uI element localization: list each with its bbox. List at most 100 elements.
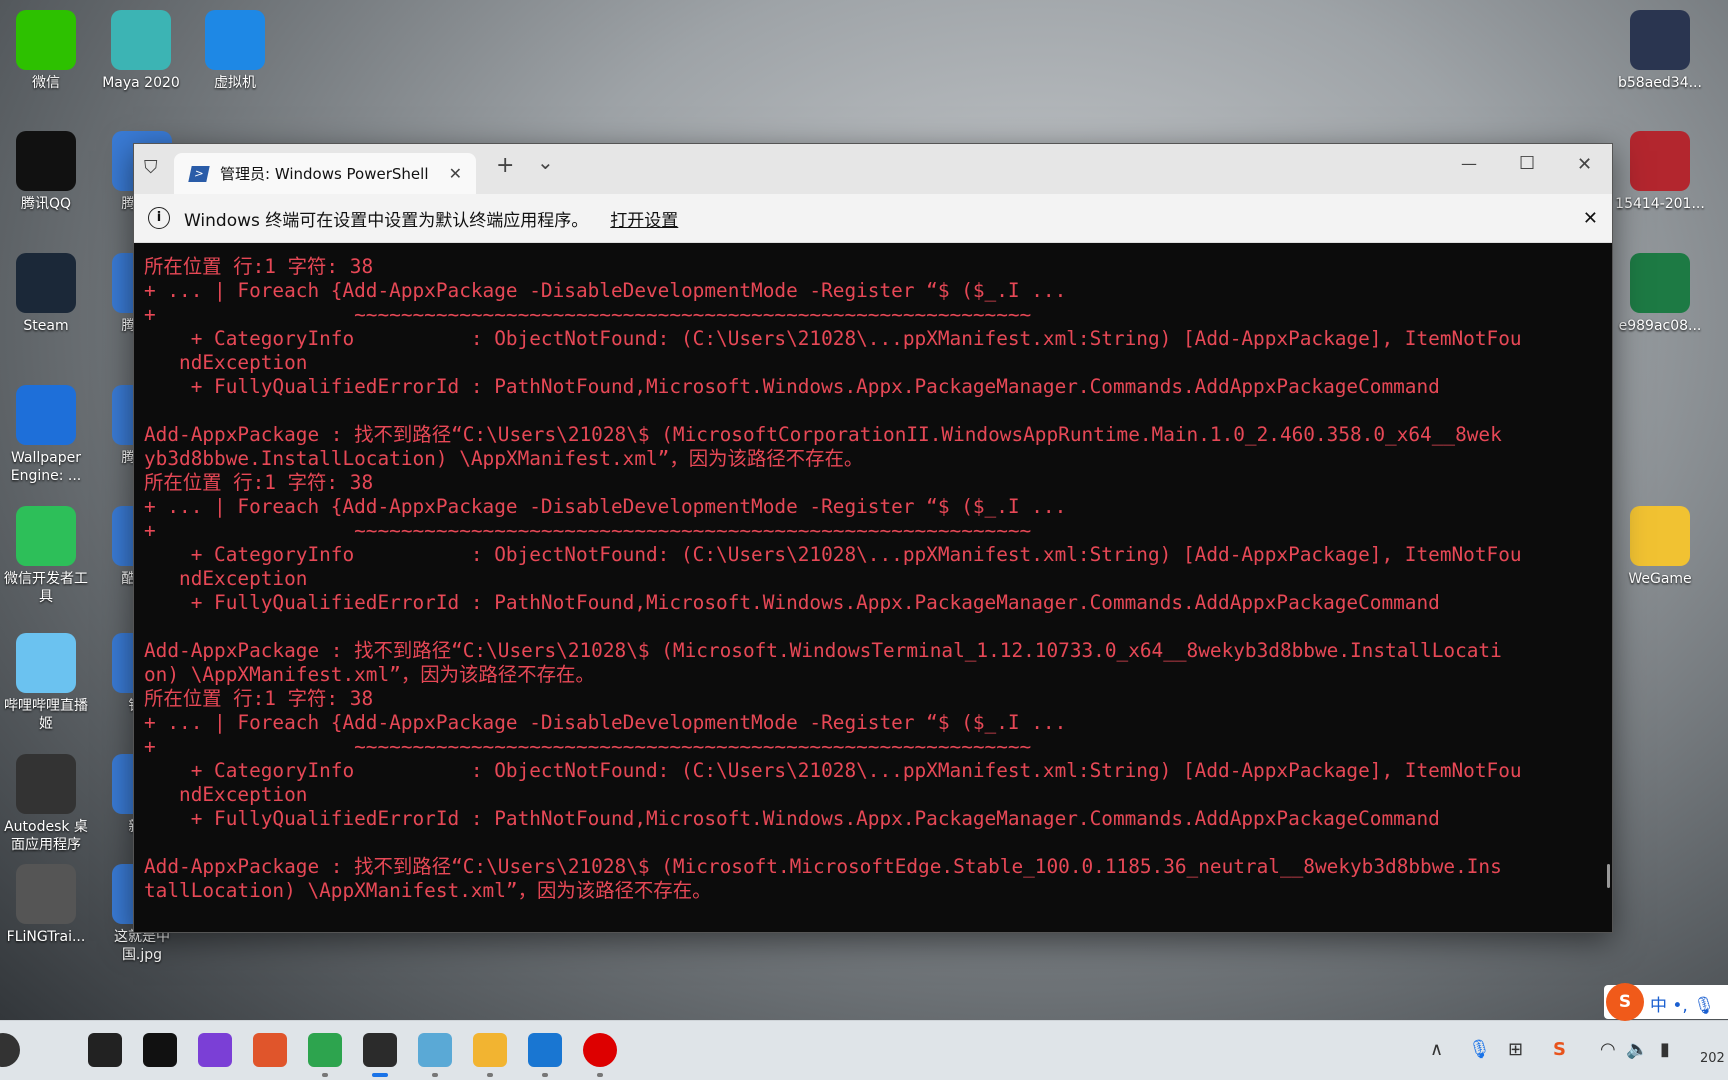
desktop-icon-image [1630,253,1690,313]
desktop-icon[interactable]: Maya 2020 [95,10,187,92]
close-window-button[interactable]: ✕ [1577,154,1592,175]
terminal-line: yb3d8bbwe.InstallLocation) \AppXManifest… [144,447,864,470]
desktop-icon-image [1630,131,1690,191]
terminal-line: + CategoryInfo : ObjectNotFound: (C:\Use… [144,543,1522,566]
microphone-icon[interactable]: 🎙 [1468,1039,1491,1060]
terminal-line: + ... | Foreach {Add-AppxPackage -Disabl… [144,495,1067,518]
desktop-icon-image [16,754,76,814]
ime-toolbar[interactable]: S 中 •, 🎙 [1604,983,1728,1021]
dropdown-button[interactable]: ⌄ [537,150,554,174]
desktop-icon[interactable]: Autodesk 桌面应用程序 [0,754,92,854]
desktop-icon-label: Maya 2020 [102,75,180,91]
terminal-line: + FullyQualifiedErrorId : PathNotFound,M… [144,375,1440,398]
desktop-icon[interactable]: WeGame [1614,506,1706,588]
desktop-icon[interactable]: 腾讯QQ [0,131,92,213]
running-indicator [597,1073,603,1077]
task-view-icon[interactable] [88,1033,122,1067]
terminal-line: + CategoryInfo : ObjectNotFound: (C:\Use… [144,759,1522,782]
terminal-line: + FullyQualifiedErrorId : PathNotFound,M… [144,591,1440,614]
desktop-icon-label: 腾讯QQ [20,196,72,212]
terminal-line: + ... | Foreach {Add-AppxPackage -Disabl… [144,711,1067,734]
desktop-icon-image [16,633,76,693]
shield-icon: ⛉ [144,157,158,178]
desktop-icon[interactable]: 哔哩哔哩直播姬 [0,633,92,733]
xbox-icon[interactable] [143,1033,177,1067]
desktop-icon-image [1630,506,1690,566]
terminal-line: Add-AppxPackage : 找不到路径“C:\Users\21028\$… [144,423,1502,446]
terminal-line: 所在位置 行:1 字符: 38 [144,255,374,278]
running-indicator [372,1073,388,1077]
terminal-line: + FullyQualifiedErrorId : PathNotFound,M… [144,807,1440,830]
open-settings-link[interactable]: 打开设置 [610,206,678,231]
scrollbar[interactable] [1607,864,1610,888]
desktop-icon[interactable]: b58aed34... [1614,10,1706,92]
desktop-icon-image [16,506,76,566]
notepad-icon[interactable] [418,1033,452,1067]
maximize-button[interactable]: ☐ [1519,153,1535,174]
desktop-icon-image [16,10,76,70]
desktop-icon[interactable]: Steam [0,253,92,335]
desktop-icon-label: 哔哩哔哩直播姬 [4,698,88,732]
terminal-line: ndException [144,351,308,374]
running-indicator [542,1073,548,1077]
terminal-line: + ~~~~~~~~~~~~~~~~~~~~~~~~~~~~~~~~~~~~~~… [144,735,1032,758]
terminal-line: on) \AppXManifest.xml”，因为该路径不存在。 [144,663,595,686]
desktop-icon[interactable]: 15414-201... [1614,131,1706,213]
terminal-line: + ... | Foreach {Add-AppxPackage -Disabl… [144,279,1067,302]
running-indicator [432,1073,438,1077]
desktop-icon-image [205,10,265,70]
desktop-icon-image [16,385,76,445]
volume-icon[interactable]: 🔈 [1626,1039,1648,1060]
desktop-icon-label: 这就是中国.jpg [114,929,170,963]
desktop-icon-label: 虚拟机 [214,75,256,91]
wifi-icon[interactable]: ◠ [1600,1039,1616,1060]
new-tab-button[interactable]: + [496,153,514,178]
info-message: Windows 终端可在设置中设置为默认终端应用程序。 [184,210,589,231]
running-indicator [322,1073,328,1077]
close-infobar-button[interactable]: ✕ [1583,208,1598,229]
taskbar: ∧ 🎙 ⊞ S ◠ 🔈 ▮ 202 [0,1020,1728,1080]
desktop-icon[interactable]: Wallpaper Engine: ... [0,385,92,485]
desktop-icon-label: Steam [23,318,69,334]
desktop-icon-label: FLiNGTrai... [6,929,86,945]
app-purple-icon[interactable] [198,1033,232,1067]
defender-icon[interactable] [528,1033,562,1067]
powershell-icon: > [188,165,210,182]
desktop-icon-label: e989ac08... [1618,318,1702,334]
desktop-icon-label: 15414-201... [1615,196,1705,212]
search-icon[interactable] [0,1033,20,1067]
sogou-icon[interactable]: S [1553,1039,1566,1060]
info-bar: i Windows 终端可在设置中设置为默认终端应用程序。 打开设置 ✕ [134,194,1612,243]
file-explorer-icon[interactable] [473,1033,507,1067]
desktop-icon-label: WeGame [1628,571,1692,587]
show-hidden-icons[interactable]: ∧ [1430,1039,1443,1060]
desktop-icon[interactable]: 虚拟机 [189,10,281,92]
desktop-icon[interactable]: e989ac08... [1614,253,1706,335]
desktop-icon-image [1630,10,1690,70]
terminal-line: ndException [144,567,308,590]
terminal-icon[interactable] [363,1033,397,1067]
desktop-icon[interactable]: 微信开发者工具 [0,506,92,606]
desktop-icon[interactable]: 微信 [0,10,92,92]
desktop-icon-label: 微信 [32,75,60,91]
tab-powershell[interactable]: > 管理员: Windows PowerShell ✕ [174,153,476,194]
desktop-icon-label: b58aed34... [1618,75,1702,91]
desktop-icon[interactable]: FLiNGTrai... [0,864,92,946]
terminal-line: ndException [144,783,308,806]
battery-icon[interactable]: ▮ [1660,1039,1670,1060]
minimize-button[interactable]: — [1461,154,1477,173]
input-icon[interactable]: ⊞ [1508,1039,1523,1060]
sogou-logo-icon: S [1606,983,1644,1021]
terminal-output[interactable]: 所在位置 行:1 字符: 38 + ... | Foreach {Add-Appx… [134,243,1612,903]
running-indicator [487,1073,493,1077]
clock[interactable]: 202 [1700,1051,1725,1066]
chrome-icon[interactable] [308,1033,342,1067]
close-tab-button[interactable]: ✕ [449,164,462,183]
hbuilder-icon[interactable] [253,1033,287,1067]
terminal-window: ⛉ > 管理员: Windows PowerShell ✕ + ⌄ — ☐ ✕ … [133,143,1613,933]
desktop-icon-label: Autodesk 桌面应用程序 [4,819,88,853]
recorder-icon[interactable] [583,1033,617,1067]
